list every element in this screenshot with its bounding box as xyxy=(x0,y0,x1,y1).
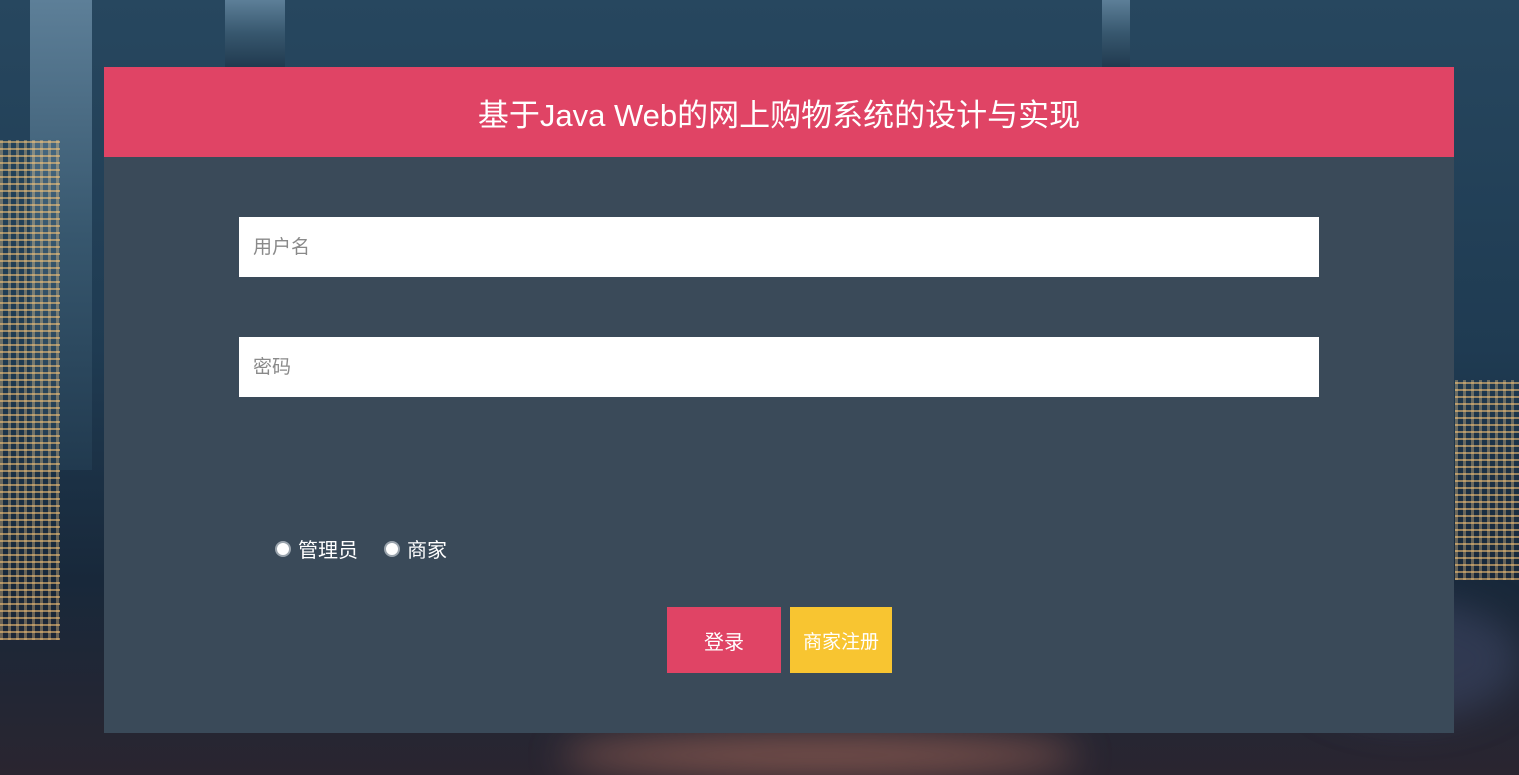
password-input[interactable] xyxy=(239,337,1319,397)
role-label-admin: 管理员 xyxy=(298,538,358,562)
city-lights-left xyxy=(0,140,60,640)
action-buttons: 登录 商家注册 xyxy=(667,607,892,673)
skyscraper-center xyxy=(225,0,285,67)
city-lights-right xyxy=(1455,380,1519,580)
role-option-admin[interactable]: 管理员 xyxy=(275,534,358,563)
username-input[interactable] xyxy=(239,217,1319,277)
login-panel: 基于Java Web的网上购物系统的设计与实现 管理员 商家 登录 商家注册 xyxy=(104,67,1454,733)
login-button[interactable]: 登录 xyxy=(667,607,781,673)
panel-header: 基于Java Web的网上购物系统的设计与实现 xyxy=(104,67,1454,157)
merchant-register-button[interactable]: 商家注册 xyxy=(790,607,892,673)
river-glow xyxy=(560,735,1080,775)
tv-tower xyxy=(1102,0,1130,67)
radio-admin[interactable] xyxy=(275,540,291,557)
role-label-merchant: 商家 xyxy=(407,538,447,562)
role-selector: 管理员 商家 xyxy=(275,534,473,563)
role-option-merchant[interactable]: 商家 xyxy=(384,534,447,563)
page-title: 基于Java Web的网上购物系统的设计与实现 xyxy=(477,97,1081,133)
radio-merchant[interactable] xyxy=(384,540,400,557)
